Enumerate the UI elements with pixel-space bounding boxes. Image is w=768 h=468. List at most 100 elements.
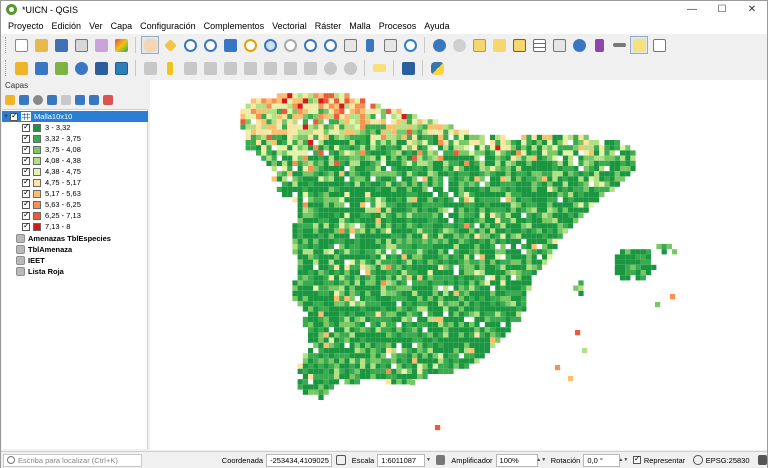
layer-malla10x10[interactable]: ▼ Malla10x10 [2, 111, 148, 122]
layer-visibility-checkbox[interactable] [10, 111, 18, 121]
legend-checkbox[interactable] [22, 122, 30, 132]
layer-styling-icon[interactable] [12, 59, 30, 77]
legend-checkbox[interactable] [22, 210, 30, 220]
legend-checkbox[interactable] [22, 155, 30, 165]
attribute-table-icon[interactable] [530, 36, 548, 54]
cut-features-icon[interactable] [261, 59, 279, 77]
menu-malla[interactable]: Malla [345, 21, 375, 31]
select-features-icon[interactable] [470, 36, 488, 54]
legend-item[interactable]: 6,25 - 7,13 [22, 210, 81, 221]
statistics-sigma-icon[interactable] [590, 36, 608, 54]
add-vector-layer-icon[interactable] [52, 59, 70, 77]
toggle-editing-icon[interactable] [161, 59, 179, 77]
legend-item[interactable]: 4,08 - 4,38 [22, 155, 81, 166]
toggle-extents-icon[interactable] [336, 455, 346, 465]
zoom-out-icon[interactable] [201, 36, 219, 54]
maximize-button[interactable]: ☐ [707, 1, 737, 18]
menu-ver[interactable]: Ver [85, 21, 107, 31]
legend-item[interactable]: 5,17 - 5,63 [22, 188, 81, 199]
add-csv-layer-icon[interactable] [112, 59, 130, 77]
visibility-eye-icon[interactable] [33, 95, 43, 105]
field-calculator-icon[interactable] [550, 36, 568, 54]
rotation-spinner-icon[interactable]: ▲▼ [618, 455, 628, 466]
crs-label[interactable]: EPSG:25830 [706, 456, 750, 465]
menu-complementos[interactable]: Complementos [200, 21, 269, 31]
actions-icon[interactable] [450, 36, 468, 54]
add-raster-layer-icon[interactable] [72, 59, 90, 77]
expand-all-icon[interactable] [75, 95, 85, 105]
legend-item[interactable]: 3,32 - 3,75 [22, 133, 81, 144]
zoom-in-icon[interactable] [181, 36, 199, 54]
style-manager-icon[interactable] [112, 36, 130, 54]
select-by-value-icon[interactable] [490, 36, 508, 54]
layer-group-item[interactable]: IEET [16, 255, 45, 266]
menu-capa[interactable]: Capa [107, 21, 137, 31]
style-panel-icon[interactable] [5, 95, 15, 105]
new-project-icon[interactable] [12, 36, 30, 54]
text-annotation-icon[interactable] [650, 36, 668, 54]
zoom-last-icon[interactable] [301, 36, 319, 54]
magnifier-field[interactable]: 100% [495, 453, 538, 467]
filter-icon[interactable] [47, 95, 57, 105]
scale-dropdown-icon[interactable]: ▼ [425, 455, 432, 466]
legend-checkbox[interactable] [22, 166, 30, 176]
measure-icon[interactable] [610, 36, 628, 54]
map-canvas[interactable] [150, 80, 767, 450]
remove-layer-icon[interactable] [103, 95, 113, 105]
show-bookmarks-icon[interactable] [381, 36, 399, 54]
menu-vectorial[interactable]: Vectorial [268, 21, 311, 31]
copy-features-icon[interactable] [281, 59, 299, 77]
toolbox-icon[interactable] [570, 36, 588, 54]
layer-group-item[interactable]: TblAmenaza [16, 244, 72, 255]
legend-item[interactable]: 3,75 - 4,08 [22, 144, 81, 155]
locator-search[interactable]: Escriba para localizar (Ctrl+K) [3, 453, 142, 467]
lock-scale-icon[interactable] [435, 455, 446, 465]
legend-item[interactable]: 7,13 - 8 [22, 221, 70, 232]
messages-icon[interactable] [757, 455, 767, 465]
filter-expression-icon[interactable] [61, 95, 71, 105]
legend-checkbox[interactable] [22, 221, 30, 231]
legend-item[interactable]: 5,63 - 6,25 [22, 199, 81, 210]
paste-features-icon[interactable] [301, 59, 319, 77]
pan-icon[interactable] [141, 36, 159, 54]
rotation-field[interactable]: 0,0 ° [583, 453, 620, 467]
toolbar-grip[interactable] [5, 37, 8, 53]
open-project-icon[interactable] [32, 36, 50, 54]
legend-checkbox[interactable] [22, 188, 30, 198]
add-mesh-layer-icon[interactable] [92, 59, 110, 77]
close-button[interactable]: ✕ [737, 1, 767, 18]
deselect-icon[interactable] [510, 36, 528, 54]
legend-checkbox[interactable] [22, 199, 30, 209]
menu-raster[interactable]: Ráster [311, 21, 346, 31]
legend-item[interactable]: 4,75 - 5,17 [22, 177, 81, 188]
new-map-view-icon[interactable] [341, 36, 359, 54]
render-checkbox[interactable] [632, 454, 641, 464]
vertex-tool-icon[interactable] [221, 59, 239, 77]
legend-item[interactable]: 3 - 3,32 [22, 122, 70, 133]
layer-group-item[interactable]: Amenazas TblEspecies [16, 233, 111, 244]
layer-group-item[interactable]: Lista Roja [16, 266, 64, 277]
legend-checkbox[interactable] [22, 133, 30, 143]
scale-field[interactable]: 1:6011087 [377, 453, 426, 467]
delete-selected-icon[interactable] [241, 59, 259, 77]
save-edits-icon[interactable] [181, 59, 199, 77]
help-icon[interactable] [399, 59, 417, 77]
legend-checkbox[interactable] [22, 144, 30, 154]
edit-pencil-icon[interactable] [141, 59, 159, 77]
zoom-selection-icon[interactable] [241, 36, 259, 54]
layer-stack-icon[interactable] [32, 59, 50, 77]
coordinate-field[interactable]: -253434,4109025 [266, 453, 333, 467]
menu-ayuda[interactable]: Ayuda [420, 21, 453, 31]
pan-to-selection-icon[interactable] [161, 36, 179, 54]
label-abc-icon[interactable] [370, 59, 388, 77]
redo-icon[interactable] [341, 59, 359, 77]
identify-icon[interactable] [430, 36, 448, 54]
crs-globe-icon[interactable] [693, 455, 703, 465]
save-project-icon[interactable] [52, 36, 70, 54]
menu-proyecto[interactable]: Proyecto [4, 21, 48, 31]
map-tips-icon[interactable] [630, 36, 648, 54]
new-print-layout-icon[interactable] [72, 36, 90, 54]
zoom-native-icon[interactable] [281, 36, 299, 54]
legend-item[interactable]: 4,38 - 4,75 [22, 166, 81, 177]
menu-configuracion[interactable]: Configuración [136, 21, 200, 31]
